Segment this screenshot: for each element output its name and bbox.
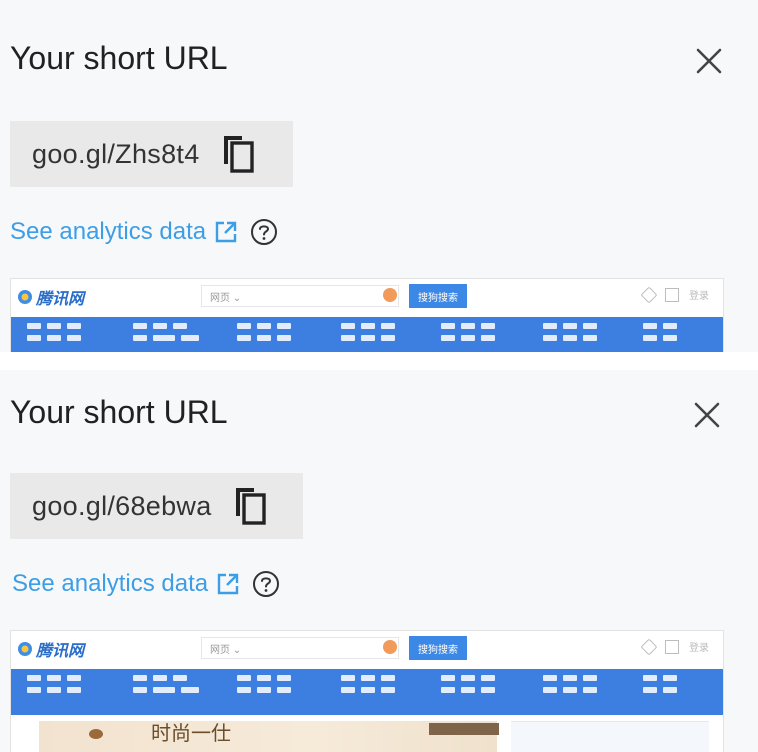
preview-nav-group	[237, 675, 291, 699]
website-preview-thumbnail[interactable]: 腾讯网 网页 ⌄ 搜狗搜索 登录	[10, 278, 724, 352]
short-url-box[interactable]: goo.gl/68ebwa	[10, 473, 303, 539]
analytics-row: See analytics data	[10, 218, 278, 246]
preview-nav-group	[441, 323, 495, 347]
close-icon[interactable]	[690, 398, 724, 432]
preview-star-icon	[640, 286, 658, 303]
preview-login-text: 登录	[689, 291, 709, 302]
preview-nav-group	[543, 675, 597, 699]
preview-banner-ad: 时尚一仕	[39, 721, 499, 752]
analytics-row: See analytics data	[12, 570, 280, 598]
preview-nav-group	[643, 675, 677, 699]
preview-header: 腾讯网 网页 ⌄ 搜狗搜索 登录	[11, 631, 723, 669]
preview-banner: 时尚一仕	[11, 715, 723, 752]
preview-toolbar-icons: 登录	[640, 638, 709, 655]
analytics-link[interactable]: See analytics data	[10, 218, 238, 246]
short-url-panel-1: Your short URL goo.gl/Zhs8t4 See analyti…	[0, 0, 758, 352]
preview-logo: 腾讯网	[17, 285, 84, 309]
preview-mail-icon	[665, 287, 679, 302]
copy-icon[interactable]	[220, 134, 256, 174]
analytics-link[interactable]: See analytics data	[12, 570, 240, 598]
help-icon[interactable]	[252, 570, 280, 598]
help-icon[interactable]	[250, 218, 278, 246]
preview-search-dropdown: 网页 ⌄	[210, 645, 242, 656]
preview-search-input: 网页 ⌄	[201, 285, 399, 307]
preview-header: 腾讯网 网页 ⌄ 搜狗搜索 登录	[11, 279, 723, 317]
preview-nav-group	[341, 323, 395, 347]
preview-search-button: 搜狗搜索	[409, 284, 467, 308]
preview-nav-group	[27, 323, 81, 347]
copy-icon[interactable]	[232, 486, 268, 526]
preview-logo-icon	[18, 290, 32, 304]
preview-login-text: 登录	[689, 643, 709, 654]
preview-star-icon	[640, 638, 658, 655]
preview-logo: 腾讯网	[17, 637, 84, 661]
preview-nav-group	[441, 675, 495, 699]
preview-nav-group	[133, 323, 199, 347]
preview-search-logo-icon	[383, 640, 397, 654]
preview-logo-icon	[18, 642, 32, 656]
preview-toolbar-icons: 登录	[640, 286, 709, 303]
preview-nav-group	[643, 323, 677, 347]
short-url-panel-2: Your short URL goo.gl/68ebwa See analyti…	[0, 370, 758, 752]
short-url-text[interactable]: goo.gl/Zhs8t4	[32, 139, 200, 170]
preview-side-panel	[511, 721, 709, 752]
analytics-link-label[interactable]: See analytics data	[12, 570, 208, 598]
preview-nav-bar	[11, 317, 723, 352]
external-link-icon[interactable]	[214, 220, 238, 244]
preview-search-logo-icon	[383, 288, 397, 302]
website-preview-thumbnail[interactable]: 腾讯网 网页 ⌄ 搜狗搜索 登录	[10, 630, 724, 752]
panel-title: Your short URL	[10, 40, 228, 76]
preview-banner-text: 时尚一仕	[151, 721, 231, 745]
preview-nav-group	[237, 323, 291, 347]
preview-banner-figure	[89, 729, 103, 739]
preview-logo-text: 腾讯网	[36, 643, 85, 660]
preview-nav-group	[133, 675, 199, 699]
preview-banner-label	[429, 723, 499, 735]
preview-nav-group	[27, 675, 81, 699]
preview-logo-text: 腾讯网	[36, 291, 85, 308]
preview-search-button: 搜狗搜索	[409, 636, 467, 660]
preview-search-dropdown: 网页 ⌄	[210, 293, 242, 304]
preview-search-input: 网页 ⌄	[201, 637, 399, 659]
preview-nav-bar	[11, 669, 723, 715]
analytics-link-label[interactable]: See analytics data	[10, 218, 206, 246]
short-url-box[interactable]: goo.gl/Zhs8t4	[10, 121, 293, 187]
external-link-icon[interactable]	[216, 572, 240, 596]
preview-nav-group	[543, 323, 597, 347]
short-url-text[interactable]: goo.gl/68ebwa	[32, 491, 212, 522]
close-icon[interactable]	[692, 44, 726, 78]
preview-nav-group	[341, 675, 395, 699]
panel-title: Your short URL	[10, 394, 228, 430]
preview-mail-icon	[665, 639, 679, 654]
